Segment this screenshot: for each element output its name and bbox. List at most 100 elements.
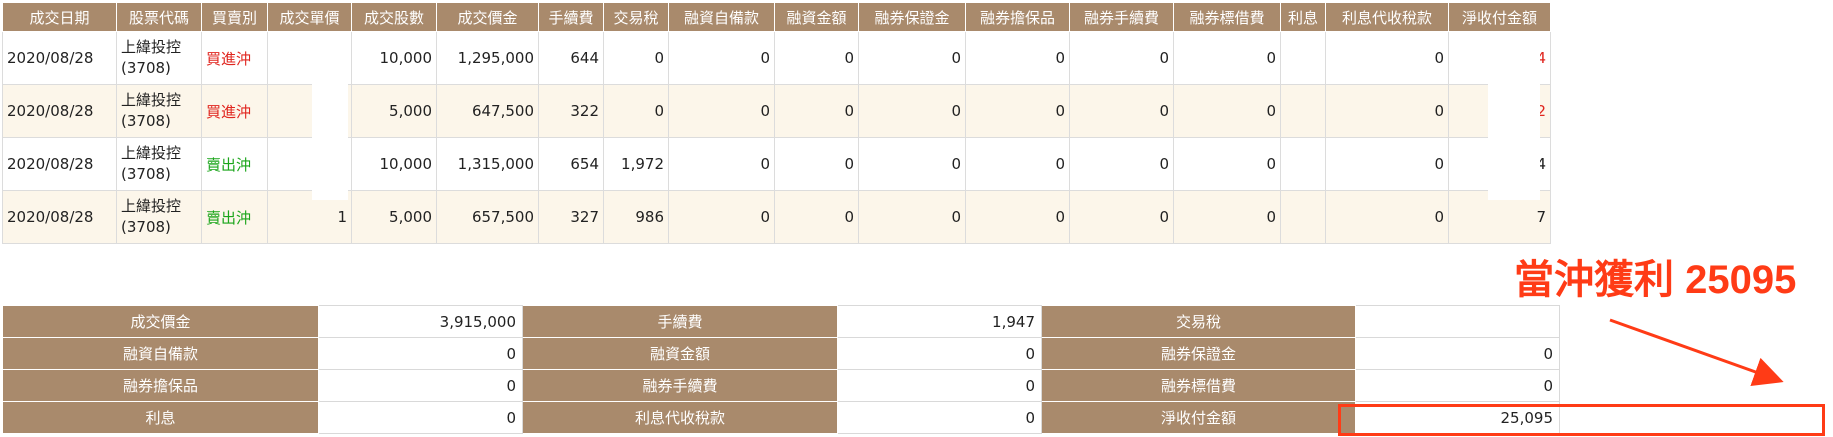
summary-row: 利息 0 利息代收稅款 0 淨收付金額 25,095 [2, 401, 1560, 434]
cell-short-borrow-fee: 0 [1173, 190, 1281, 244]
table-row: 2020/08/28 上緯投控 (3708) 賣出沖 1 5,000 657,500 327 9… [2, 190, 1551, 244]
stock-code: (3708) [121, 112, 171, 130]
table-row: 2020/08/28上緯投控(3708)買進沖15,000647,5003220… [2, 84, 1551, 138]
cell-fee: 644 [538, 31, 604, 85]
cell-amount: 657,500 [436, 190, 539, 244]
summary-value [1355, 305, 1560, 338]
stock-cell: 上緯投控 (3708) [116, 137, 202, 191]
summary-value: 0 [318, 369, 523, 402]
stock-name: 上緯投控 [121, 38, 182, 56]
cell-margin-self: 0 [668, 84, 775, 138]
trade-side: 賣出沖 [201, 137, 268, 191]
cell-short-collateral: 0 [965, 190, 1070, 244]
cell-short-deposit: 0 [858, 31, 966, 85]
cell-short-fee: 0 [1069, 190, 1174, 244]
cell-short-borrow-fee: 0 [1173, 31, 1281, 85]
trade-side: 賣出沖 [201, 190, 268, 244]
stock-name: 上緯投控 [121, 144, 182, 162]
cell-interest [1280, 31, 1326, 85]
cell-amount: 1,295,000 [436, 31, 539, 85]
cell-interest [1280, 137, 1326, 191]
summary-label: 融資金額 [522, 337, 838, 370]
summary-value: 0 [1355, 337, 1560, 370]
cell-fee: 327 [538, 190, 604, 244]
summary-value: 0 [837, 369, 1042, 402]
cell-fee: 322 [538, 84, 604, 138]
stock-name: 上緯投控 [121, 197, 182, 215]
table-row: 2020/08/28上緯投控(3708)買進沖110,0001,295,0006… [2, 31, 1551, 85]
cell-shares: 10,000 [351, 137, 437, 191]
header-row: 成交日期 股票代碼 買賣別 成交單價 成交股數 成交價金 手續費 交易稅 融資自備款 融資金額 融券… [2, 2, 1551, 32]
cell-short-collateral: 0 [965, 137, 1070, 191]
summary-label: 融券保證金 [1041, 337, 1356, 370]
summary-value: 0 [318, 337, 523, 370]
trade-side: 買進沖 [201, 31, 268, 85]
trade-date: 2020/08/28 [2, 84, 117, 138]
cell-tax: 1,972 [603, 137, 669, 191]
cell-short-borrow-fee: 0 [1173, 84, 1281, 138]
stock-cell: 上緯投控 (3708) [116, 84, 202, 138]
cell-shares: 10,000 [351, 31, 437, 85]
stock-code: (3708) [121, 218, 171, 236]
price-redaction-mask [312, 42, 348, 200]
stock-code: (3708) [121, 165, 171, 183]
column-header: 融券保證金 [858, 2, 966, 32]
cell-short-borrow-fee: 0 [1173, 137, 1281, 191]
column-header: 利息代收稅款 [1325, 2, 1449, 32]
summary-label: 融資自備款 [2, 337, 319, 370]
cell-short-fee: 0 [1069, 84, 1174, 138]
trades-table-header: 成交日期 股票代碼 買賣別 成交單價 成交股數 成交價金 手續費 交易稅 融資自備款 融資金額 融券… [2, 2, 1551, 32]
summary-value: 0 [837, 401, 1042, 434]
column-header: 融資金額 [774, 2, 859, 32]
summary-value: 0 [1355, 369, 1560, 402]
cell-margin-self: 0 [668, 137, 775, 191]
cell-fee: 654 [538, 137, 604, 191]
net-amount-highlight-box [1338, 404, 1825, 436]
cell-interest-tax: 0 [1325, 137, 1449, 191]
column-header: 融券擔保品 [965, 2, 1070, 32]
column-header: 買賣別 [201, 2, 268, 32]
summary-label: 交易稅 [1041, 305, 1356, 338]
cell-margin-amount: 0 [774, 31, 859, 85]
cell-short-deposit: 0 [858, 137, 966, 191]
annotation-arrow-icon [1609, 318, 1784, 387]
summary-row: 成交價金 3,915,000 手續費 1,947 交易稅 [2, 305, 1560, 338]
trade-date: 2020/08/28 [2, 137, 117, 191]
summary-label: 融券標借費 [1041, 369, 1356, 402]
cell-tax: 986 [603, 190, 669, 244]
summary-value: 1,947 [837, 305, 1042, 338]
summary-label: 融券手續費 [522, 369, 838, 402]
profit-annotation: 當沖獲利 25095 [1508, 256, 1803, 304]
cell-interest [1280, 190, 1326, 244]
stock-name: 上緯投控 [121, 91, 182, 109]
summary-row: 融券擔保品 0 融券手續費 0 融券標借費 0 [2, 369, 1560, 402]
column-header: 利息 [1280, 2, 1326, 32]
summary-label: 融券擔保品 [2, 369, 319, 402]
cell-margin-amount: 0 [774, 84, 859, 138]
column-header: 手續費 [538, 2, 604, 32]
cell-short-fee: 0 [1069, 31, 1174, 85]
summary-label: 淨收付金額 [1041, 401, 1356, 434]
stock-code: (3708) [121, 59, 171, 77]
stock-cell: 上緯投控 (3708) [116, 190, 202, 244]
cell-margin-amount: 0 [774, 190, 859, 244]
cell-short-collateral: 0 [965, 84, 1070, 138]
cell-short-collateral: 0 [965, 31, 1070, 85]
cell-interest-tax: 0 [1325, 190, 1449, 244]
trade-side: 買進沖 [201, 84, 268, 138]
trade-detail-page: 成交日期 股票代碼 買賣別 成交單價 成交股數 成交價金 手續費 交易稅 融資自備款 融資金額 融券… [0, 0, 1833, 437]
cell-tax: 0 [603, 84, 669, 138]
column-header: 融券手續費 [1069, 2, 1174, 32]
cell-amount: 1,315,000 [436, 137, 539, 191]
cell-margin-self: 0 [668, 190, 775, 244]
cell-margin-amount: 0 [774, 137, 859, 191]
cell-short-fee: 0 [1069, 137, 1174, 191]
table-row: 2020/08/28上緯投控(3708)賣出沖110,0001,315,0006… [2, 137, 1551, 191]
summary-value: 0 [318, 401, 523, 434]
column-header: 成交日期 [2, 2, 117, 32]
summary-label: 利息代收稅款 [522, 401, 838, 434]
column-header: 股票代碼 [116, 2, 202, 32]
cell-tax: 0 [603, 31, 669, 85]
trades-table-body: 2020/08/28上緯投控(3708)買進沖110,0001,295,0006… [2, 31, 1551, 244]
summary-row: 融資自備款 0 融資金額 0 融券保證金 0 [2, 337, 1560, 370]
